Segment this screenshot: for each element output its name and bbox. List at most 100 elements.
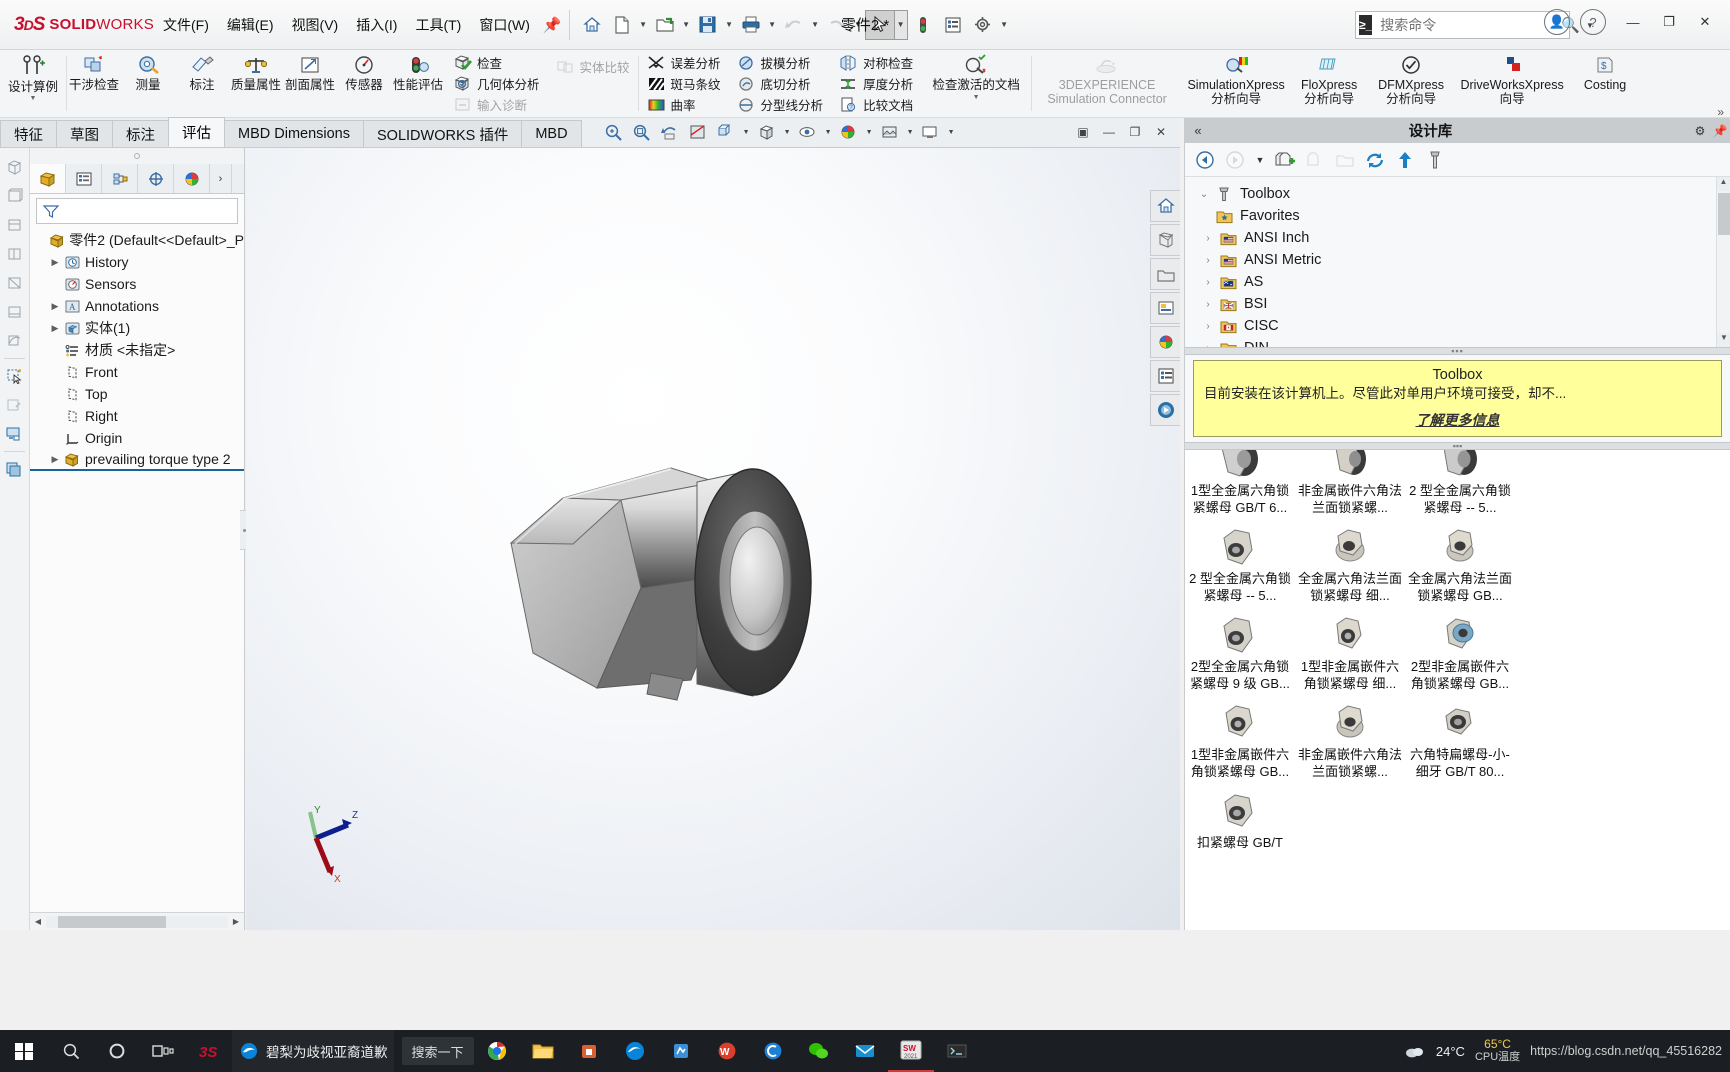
chrome-icon[interactable] xyxy=(474,1030,520,1072)
dimxpert-tab[interactable] xyxy=(138,164,174,193)
create-folder-icon[interactable] xyxy=(1333,148,1357,172)
tree-item-right-plane[interactable]: Right xyxy=(30,405,244,427)
grid-item[interactable]: 1型非金属嵌件六角锁紧螺母 GB... xyxy=(1185,694,1295,782)
markup-button[interactable]: 标注 xyxy=(175,50,229,117)
expand-arrow-icon[interactable]: ▶ xyxy=(48,454,62,465)
floxpress-button[interactable]: FloXpress 分析向导 xyxy=(1290,50,1368,117)
tab-evaluate[interactable]: 评估 xyxy=(168,117,225,147)
edit-part-icon[interactable] xyxy=(0,392,28,418)
wechat-icon[interactable] xyxy=(796,1030,842,1072)
check-active-document-caret-icon[interactable]: ▼ xyxy=(973,94,980,101)
expand-arrow-icon[interactable]: ▶ xyxy=(48,257,62,268)
expand-arrow-icon[interactable]: › xyxy=(1199,299,1217,310)
tree-item-solid-bodies[interactable]: ▶ 实体(1) xyxy=(30,317,244,339)
doc-minimize-icon[interactable]: — xyxy=(1098,122,1120,142)
view-orientation-caret-icon[interactable]: ▼ xyxy=(741,120,752,144)
tree-item-history[interactable]: ▶ History xyxy=(30,251,244,273)
view-orientation-home-icon[interactable] xyxy=(1150,190,1180,222)
menu-edit[interactable]: 编辑(E) xyxy=(218,10,283,40)
check-button[interactable]: 检查 xyxy=(448,52,545,73)
news-widget[interactable]: 碧梨为歧视亚裔道歉 xyxy=(232,1030,394,1072)
parting-line-analysis-button[interactable]: 分型线分析 xyxy=(732,94,829,115)
more-tabs-icon[interactable]: › xyxy=(210,164,232,193)
simulationxpress-button[interactable]: SimulationXpress 分析向导 xyxy=(1182,50,1290,117)
check-active-document-button[interactable]: 检查激活的文档 ▼ xyxy=(921,50,1031,117)
print-icon[interactable] xyxy=(736,10,766,40)
add-to-library-icon[interactable] xyxy=(1273,148,1297,172)
dlib-node-toolbox[interactable]: ⌄ Toolbox xyxy=(1185,183,1730,205)
performance-evaluation-button[interactable]: 性能评估 xyxy=(391,50,445,117)
dlib-node-din[interactable]: › DIN xyxy=(1185,337,1730,347)
dlib-tree-scrollbar[interactable]: ▲ ▼ xyxy=(1716,177,1730,347)
hide-show-items-icon[interactable] xyxy=(795,120,821,144)
scene-caret-icon[interactable]: ▼ xyxy=(905,120,916,144)
grid-item[interactable]: 2型全金属六角锁紧螺母 9 级 GB... xyxy=(1185,606,1295,694)
expand-arrow-icon[interactable]: › xyxy=(1199,255,1217,266)
close-button[interactable]: ✕ xyxy=(1688,8,1722,36)
search-icon[interactable] xyxy=(48,1030,94,1072)
save-icon[interactable] xyxy=(693,10,723,40)
app-blue-icon[interactable] xyxy=(658,1030,704,1072)
expand-arrow-icon[interactable]: › xyxy=(1199,321,1217,332)
symmetry-check-button[interactable]: 对称检查 xyxy=(834,52,918,73)
tree-note-splitter[interactable]: ▪▪▪ xyxy=(1185,346,1730,356)
undo-caret-icon[interactable]: ▼ xyxy=(809,10,822,40)
tab-mbd[interactable]: MBD xyxy=(521,120,582,147)
scroll-thumb[interactable] xyxy=(1718,193,1730,235)
geometry-analysis-button[interactable]: 几何体分析 xyxy=(448,73,545,94)
solidworks-resources-icon[interactable] xyxy=(1150,394,1180,426)
up-one-level-icon[interactable] xyxy=(1393,148,1417,172)
grid-item[interactable]: 2型非金属嵌件六角锁紧螺母 GB... xyxy=(1405,606,1515,694)
save-caret-icon[interactable]: ▼ xyxy=(723,10,736,40)
front-view-icon[interactable] xyxy=(0,183,28,209)
tab-sketch[interactable]: 草图 xyxy=(56,120,113,147)
draft-analysis-button[interactable]: 拔模分析 xyxy=(732,52,829,73)
bottom-view-icon[interactable] xyxy=(0,299,28,325)
tree-filter-box[interactable] xyxy=(36,198,238,224)
tile-windows-icon[interactable] xyxy=(0,456,28,482)
cortana-circle-icon[interactable] xyxy=(94,1030,140,1072)
driveworksxpress-button[interactable]: DriveWorksXpress 向导 xyxy=(1454,50,1570,117)
home-icon[interactable] xyxy=(577,10,607,40)
compare-geometry-button[interactable]: 实体比较 xyxy=(551,56,635,77)
grid-item[interactable]: 2 型全金属六角锁紧螺母 -- 5... xyxy=(1185,518,1295,606)
ribbon-expand-chevron-icon[interactable]: » xyxy=(1717,105,1724,119)
tab-mbd-dimensions[interactable]: MBD Dimensions xyxy=(224,120,364,147)
deviation-analysis-button[interactable]: 误差分析 xyxy=(642,52,726,73)
graphics-viewport[interactable]: Y Z X xyxy=(246,148,1180,930)
grid-item[interactable]: 非金属嵌件六角法兰面锁紧螺... xyxy=(1295,450,1405,518)
gear-caret-icon[interactable]: ▼ xyxy=(998,10,1011,40)
scroll-down-icon[interactable]: ▼ xyxy=(1717,333,1730,347)
open-folder-icon[interactable] xyxy=(650,10,680,40)
appearance-caret-icon[interactable]: ▼ xyxy=(864,120,875,144)
sensor-button[interactable]: 传感器 xyxy=(337,50,391,117)
pin-icon[interactable]: 📌 xyxy=(543,16,562,34)
dlib-node-ansi-inch[interactable]: › ANSI Inch xyxy=(1185,227,1730,249)
dropdown-caret-icon[interactable]: ▼ xyxy=(1253,148,1267,172)
feature-tree-tab[interactable] xyxy=(30,164,66,193)
grid-item[interactable]: 全金属六角法兰面锁紧螺母 GB... xyxy=(1405,518,1515,606)
display-manager-tab[interactable] xyxy=(174,164,210,193)
back-icon[interactable] xyxy=(1193,148,1217,172)
view-settings-icon[interactable] xyxy=(918,120,944,144)
design-study-button[interactable]: 设计算例 ▼ xyxy=(0,50,66,117)
menu-file[interactable]: 文件(F) xyxy=(154,10,218,40)
wps-icon[interactable]: W xyxy=(704,1030,750,1072)
dlib-node-cisc[interactable]: › CISC xyxy=(1185,315,1730,337)
grid-item[interactable]: 扣紧螺母 GB/T xyxy=(1185,782,1295,853)
select-pointer-icon[interactable] xyxy=(864,9,895,40)
command-search[interactable]: ≥_ 🔍 ▼ xyxy=(1355,11,1594,39)
solidworks-taskbar-pin-icon[interactable]: 3S xyxy=(186,1030,232,1072)
mail-icon[interactable] xyxy=(842,1030,888,1072)
learn-more-link[interactable]: 了解更多信息 xyxy=(1204,410,1711,430)
property-manager-tab[interactable] xyxy=(66,164,102,193)
curvature-button[interactable]: 曲率 xyxy=(642,94,726,115)
compare-documents-button[interactable]: ? 比较文档 xyxy=(834,94,918,115)
options-list-icon[interactable] xyxy=(938,10,968,40)
menu-window[interactable]: 窗口(W) xyxy=(470,10,539,40)
grid-item[interactable]: 1型全金属六角锁紧螺母 GB/T 6... xyxy=(1185,450,1295,518)
costing-button[interactable]: $ Costing xyxy=(1570,50,1640,117)
tree-item-front-plane[interactable]: Front xyxy=(30,361,244,383)
expand-arrow-icon[interactable]: › xyxy=(1199,233,1217,244)
design-study-caret-icon[interactable]: ▼ xyxy=(30,95,37,102)
